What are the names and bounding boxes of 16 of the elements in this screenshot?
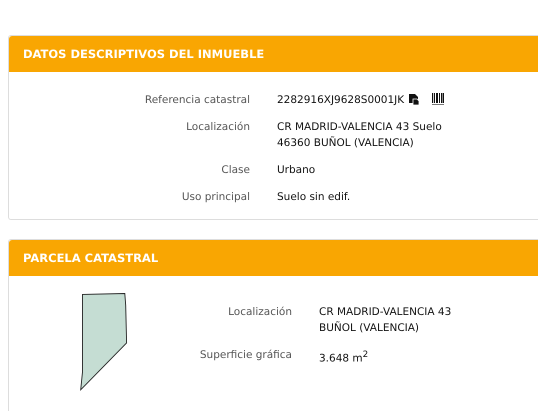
field-value: 2282916XJ9628S0001JK [277, 93, 404, 108]
field-value: Suelo sin edif. [277, 190, 350, 205]
field-label: Superficie gráfica [198, 348, 292, 363]
field-value: CR MADRID-VALENCIA 43 Suelo 46360 BUÑOL (VALENCIA) [277, 120, 442, 151]
field-label: Localización [227, 305, 292, 320]
copy-document-icon[interactable] [408, 93, 420, 106]
panel-header: DATOS DESCRIPTIVOS DEL INMUEBLE [9, 36, 538, 72]
field-label: Referencia catastral [144, 93, 250, 108]
field-value: CR MADRID-VALENCIA 43 BUÑOL (VALENCIA) [319, 305, 452, 336]
field-label: Clase [220, 163, 250, 178]
field-value: Urbano [277, 163, 316, 178]
field-label: Uso principal [180, 190, 250, 205]
field-label: Localización [185, 120, 250, 135]
barcode-icon[interactable] [432, 93, 444, 105]
field-value: 3.648 m$^{2}$ [319, 349, 368, 366]
panel-header: PARCELA CATASTRAL [9, 240, 538, 276]
